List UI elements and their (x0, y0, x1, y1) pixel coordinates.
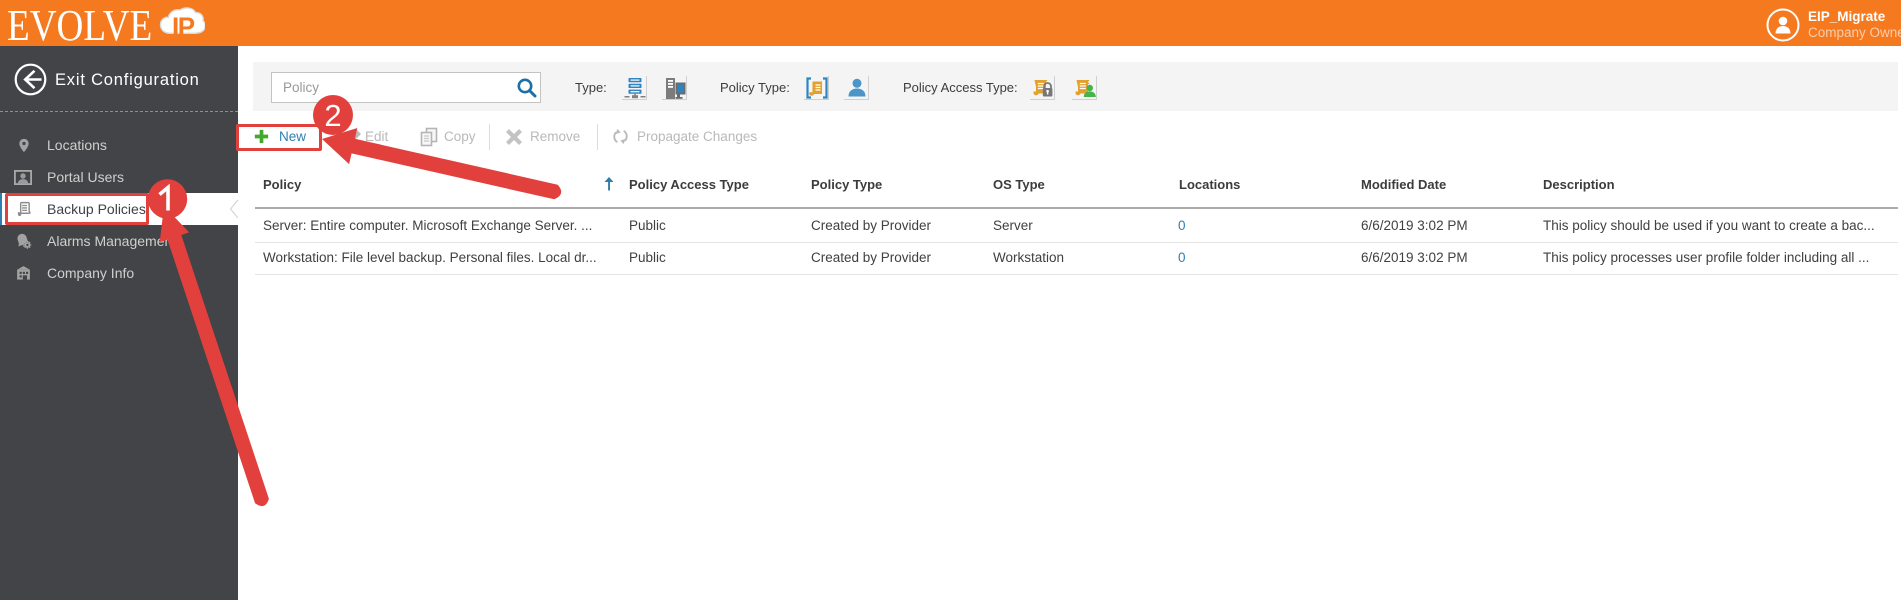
svg-text:IP: IP (172, 12, 195, 42)
